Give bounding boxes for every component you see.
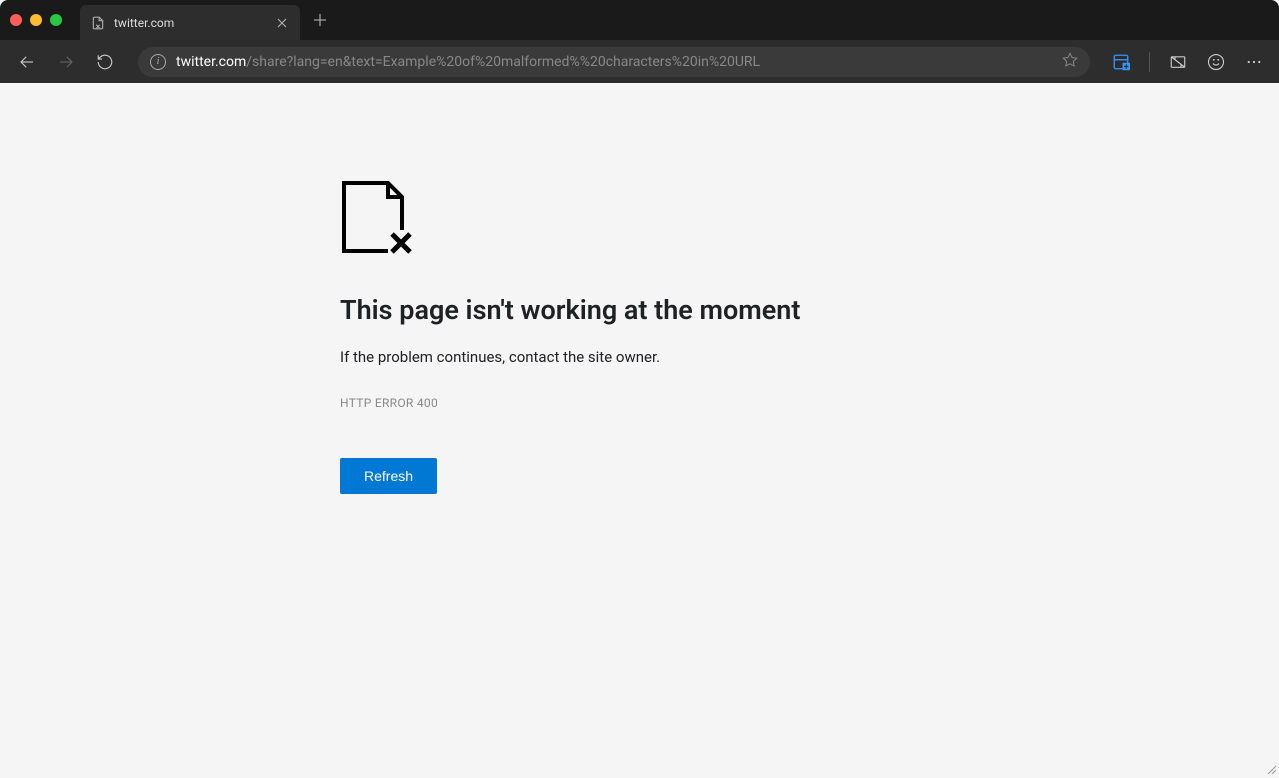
window-controls	[10, 14, 80, 26]
browser-toolbar: i twitter.com/share?lang=en&text=Example…	[0, 40, 1279, 83]
page-content: This page isn't working at the moment If…	[0, 83, 1279, 772]
forward-button[interactable]	[54, 50, 78, 74]
menu-icon[interactable]	[1244, 52, 1264, 72]
url-text: twitter.com/share?lang=en&text=Example%2…	[176, 54, 1052, 70]
browser-tab[interactable]: twitter.com	[80, 5, 300, 40]
url-domain: twitter.com	[176, 54, 246, 70]
refresh-page-button[interactable]: Refresh	[340, 458, 437, 494]
error-code: HTTP ERROR 400	[340, 396, 1279, 410]
tab-favicon-error-icon	[90, 15, 106, 31]
url-path: /share?lang=en&text=Example%20of%20malfo…	[246, 54, 760, 70]
tab-title: twitter.com	[114, 16, 266, 30]
back-button[interactable]	[15, 50, 39, 74]
address-bar[interactable]: i twitter.com/share?lang=en&text=Example…	[138, 47, 1090, 77]
refresh-button[interactable]	[93, 50, 117, 74]
browser-tab-bar: twitter.com	[0, 0, 1279, 40]
site-info-icon[interactable]: i	[150, 54, 166, 70]
window-maximize-button[interactable]	[50, 14, 62, 26]
media-block-icon[interactable]	[1168, 52, 1188, 72]
collections-icon[interactable]	[1111, 52, 1131, 72]
resize-grip[interactable]	[1266, 759, 1276, 769]
error-page-icon	[340, 179, 1279, 259]
favorite-icon[interactable]	[1062, 52, 1078, 72]
tab-close-button[interactable]	[274, 15, 290, 31]
window-minimize-button[interactable]	[30, 14, 42, 26]
toolbar-right	[1111, 52, 1264, 72]
smiley-icon[interactable]	[1206, 52, 1226, 72]
error-title: This page isn't working at the moment	[340, 294, 1279, 326]
window-close-button[interactable]	[10, 14, 22, 26]
new-tab-button[interactable]	[305, 5, 335, 35]
error-message: If the problem continues, contact the si…	[340, 348, 1279, 366]
toolbar-divider	[1149, 52, 1150, 72]
